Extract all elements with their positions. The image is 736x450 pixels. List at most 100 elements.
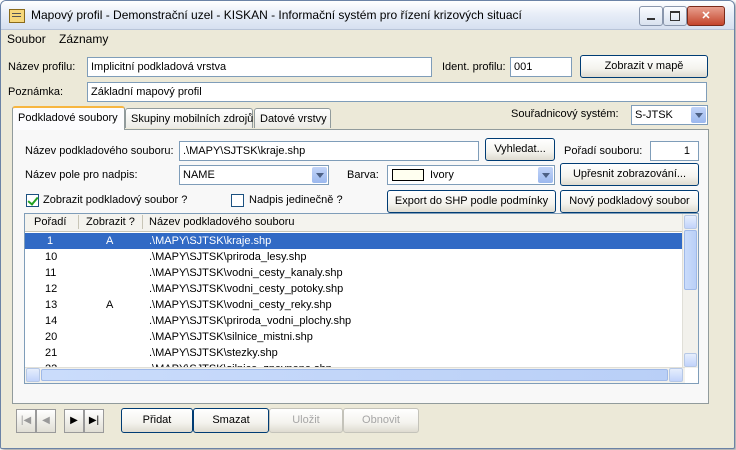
next-record-icon: ▶ — [70, 415, 78, 426]
color-swatch — [392, 169, 424, 181]
cell-file: .\MAPY\SJTSK\stezky.shp — [149, 347, 278, 359]
save-button[interactable]: Uložit — [269, 408, 343, 433]
refine-display-button[interactable]: Upřesnit zobrazování... — [560, 163, 699, 186]
cell-order: 1 — [47, 235, 54, 247]
new-file-button[interactable]: Nový podkladový soubor — [560, 190, 699, 213]
add-button[interactable]: Přidat — [121, 408, 193, 433]
cell-file: .\MAPY\SJTSK\priroda_lesy.shp — [149, 251, 307, 263]
tab-datove-vrstvy[interactable]: Datové vrstvy — [254, 108, 331, 128]
files-grid[interactable]: Pořadí Zobrazit ? Název podkladového sou… — [24, 213, 699, 384]
table-row[interactable]: 20 .\MAPY\SJTSK\silnice_mistni.shp — [25, 329, 683, 345]
label-field-value: NAME — [183, 169, 215, 181]
tab-podkladove-soubory[interactable]: Podkladové soubory — [12, 106, 125, 130]
label-field-select[interactable]: NAME — [179, 165, 329, 185]
cell-order: 21 — [45, 347, 58, 359]
minimize-icon — [640, 8, 662, 20]
cell-order: 10 — [45, 251, 58, 263]
table-row[interactable]: 14 .\MAPY\SJTSK\priroda_vodni_plochy.shp — [25, 313, 683, 329]
cell-show: A — [106, 299, 114, 311]
grid-header: Pořadí Zobrazit ? Název podkladového sou… — [25, 214, 685, 232]
cell-order: 20 — [45, 331, 58, 343]
menu-bar: Soubor Záznamy — [1, 30, 734, 48]
color-label: Barva: — [347, 169, 379, 181]
unique-label-label: Nadpis jedinečně ? — [249, 194, 343, 206]
minimize-button[interactable] — [639, 6, 663, 26]
scroll-down-button[interactable] — [684, 353, 697, 367]
main-window: Mapový profil - Demonstrační uzel - KISK… — [0, 0, 735, 449]
title-bar: Mapový profil - Demonstrační uzel - KISK… — [1, 1, 734, 30]
column-header-show[interactable]: Zobrazit ? — [86, 216, 135, 228]
chevron-down-icon — [312, 167, 327, 183]
file-name-field[interactable]: .\MAPY\SJTSK\kraje.shp — [179, 141, 479, 161]
menu-zaznamy[interactable]: Záznamy — [59, 32, 108, 46]
tab-skupiny-mobilnich-zdroju[interactable]: Skupiny mobilních zdrojů — [125, 108, 253, 128]
prev-record-icon: ◀ — [42, 415, 50, 426]
scroll-left-button[interactable] — [26, 368, 40, 382]
coord-system-select[interactable]: S-JTSK — [631, 105, 708, 125]
coord-system-value: S-JTSK — [635, 109, 673, 121]
show-in-map-button[interactable]: Zobrazit v mapě — [580, 55, 708, 78]
coord-system-label: Souřadnicový systém: — [511, 108, 619, 120]
scroll-up-button[interactable] — [684, 215, 697, 229]
horizontal-scrollbar[interactable] — [25, 367, 685, 383]
window-title: Mapový profil - Demonstrační uzel - KISK… — [31, 8, 522, 22]
cell-file: .\MAPY\SJTSK\vodni_cesty_potoky.shp — [149, 283, 344, 295]
color-value: Ivory — [430, 169, 454, 181]
table-row[interactable]: 13 A .\MAPY\SJTSK\vodni_cesty_reky.shp — [25, 297, 683, 313]
table-row[interactable]: 12 .\MAPY\SJTSK\vodni_cesty_potoky.shp — [25, 281, 683, 297]
search-button[interactable]: Vyhledat... — [485, 138, 555, 161]
export-shp-button[interactable]: Export do SHP podle podmínky — [387, 190, 556, 213]
delete-button[interactable]: Smazat — [193, 408, 269, 433]
scroll-right-button[interactable] — [669, 368, 683, 382]
profile-name-field[interactable]: Implicitní podkladová vrstva — [87, 57, 432, 77]
app-icon — [9, 9, 25, 23]
cell-file: .\MAPY\SJTSK\kraje.shp — [149, 235, 272, 247]
next-record-button[interactable]: ▶ — [64, 409, 84, 433]
column-header-file[interactable]: Název podkladového souboru — [149, 216, 295, 228]
order-field[interactable]: 1 — [650, 141, 699, 161]
vertical-scrollbar[interactable] — [682, 214, 698, 368]
label-field-label: Název pole pro nadpis: — [25, 169, 138, 181]
color-select[interactable]: Ivory — [387, 165, 555, 185]
cell-show: A — [106, 235, 114, 247]
close-icon: ✕ — [701, 10, 711, 22]
last-record-icon: ▶| — [88, 415, 100, 426]
table-row[interactable]: 1 A .\MAPY\SJTSK\kraje.shp — [25, 233, 683, 249]
maximize-icon — [664, 8, 686, 21]
menu-soubor[interactable]: Soubor — [7, 32, 46, 46]
cell-file: .\MAPY\SJTSK\vodni_cesty_reky.shp — [149, 299, 332, 311]
chevron-down-icon — [538, 167, 553, 183]
unique-label-checkbox[interactable] — [231, 194, 244, 207]
note-label: Poznámka: — [8, 86, 64, 98]
cell-order: 13 — [45, 299, 58, 311]
vertical-scroll-thumb[interactable] — [684, 230, 697, 290]
maximize-button[interactable] — [663, 6, 687, 26]
cell-file: .\MAPY\SJTSK\silnice_mistni.shp — [149, 331, 313, 343]
cell-order: 11 — [45, 267, 57, 279]
profile-name-label: Název profilu: — [8, 61, 76, 73]
table-row[interactable]: 11 .\MAPY\SJTSK\vodni_cesty_kanaly.shp — [25, 265, 683, 281]
order-label: Pořadí souboru: — [564, 145, 643, 157]
last-record-button[interactable]: ▶| — [84, 409, 104, 433]
first-record-button[interactable]: |◀ — [16, 409, 36, 433]
horizontal-scroll-thumb[interactable] — [41, 369, 668, 381]
cell-file: .\MAPY\SJTSK\vodni_cesty_kanaly.shp — [149, 267, 343, 279]
chevron-down-icon — [691, 107, 706, 123]
cell-order: 12 — [45, 283, 58, 295]
ident-label: Ident. profilu: — [442, 61, 506, 73]
file-name-label: Název podkladového souboru: — [25, 145, 174, 157]
table-row[interactable]: 10 .\MAPY\SJTSK\priroda_lesy.shp — [25, 249, 683, 265]
revert-button[interactable]: Obnovit — [343, 408, 419, 433]
first-record-icon: |◀ — [20, 415, 32, 426]
prev-record-button[interactable]: ◀ — [36, 409, 56, 433]
cell-order: 14 — [45, 315, 58, 327]
close-button[interactable]: ✕ — [687, 6, 725, 26]
note-field[interactable]: Základní mapový profil — [87, 82, 707, 102]
column-header-order[interactable]: Pořadí — [34, 216, 66, 228]
table-row[interactable]: 21 .\MAPY\SJTSK\stezky.shp — [25, 345, 683, 361]
ident-field[interactable]: 001 — [510, 57, 572, 77]
show-file-label: Zobrazit podkladový soubor ? — [43, 194, 188, 206]
record-navigator: |◀ ◀ ▶ ▶| Přidat Smazat Uložit Obnovit — [11, 406, 726, 435]
cell-file: .\MAPY\SJTSK\priroda_vodni_plochy.shp — [149, 315, 352, 327]
show-file-checkbox[interactable] — [26, 194, 39, 207]
